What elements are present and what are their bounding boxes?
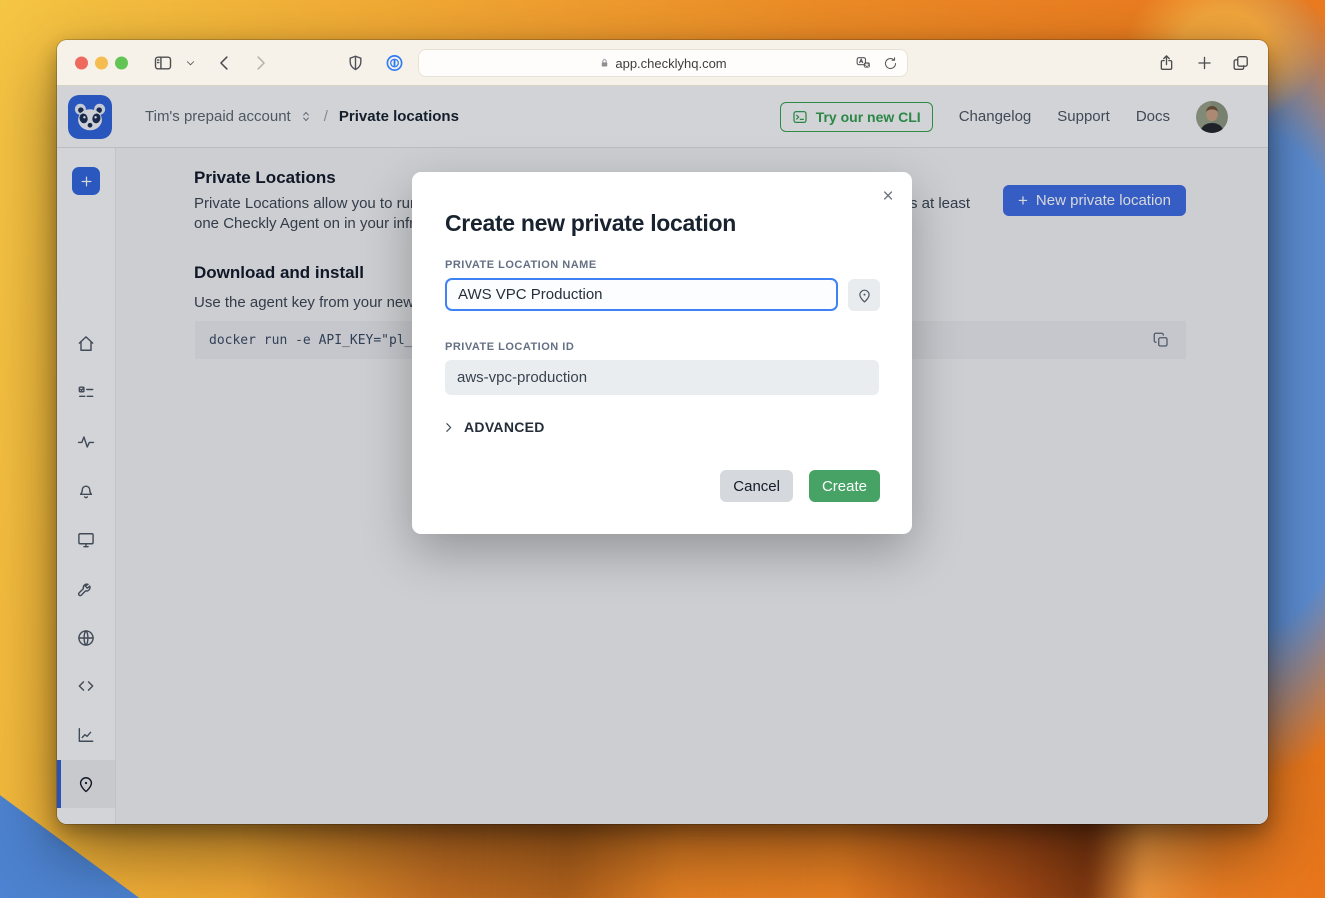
create-button[interactable]: Create <box>809 470 880 502</box>
private-location-name-input[interactable] <box>445 278 838 311</box>
create-private-location-modal: × Create new private location PRIVATE LO… <box>412 172 912 534</box>
advanced-toggle[interactable]: ADVANCED <box>442 419 545 435</box>
private-location-id-value: aws-vpc-production <box>445 360 879 395</box>
modal-title: Create new private location <box>445 210 736 237</box>
sidebar-toggle-icon[interactable] <box>153 53 173 73</box>
chevron-right-icon <box>442 421 455 434</box>
url-text: app.checklyhq.com <box>615 56 726 71</box>
browser-window: app.checklyhq.com <box>57 40 1268 824</box>
onepassword-extension-icon[interactable] <box>385 53 404 72</box>
reload-icon[interactable] <box>883 56 898 71</box>
location-pin-icon[interactable] <box>848 279 880 311</box>
name-field-label: PRIVATE LOCATION NAME <box>445 259 597 271</box>
id-field-label: PRIVATE LOCATION ID <box>445 341 574 353</box>
browser-toolbar: app.checklyhq.com <box>57 40 1268 86</box>
share-icon[interactable] <box>1157 53 1176 73</box>
back-icon[interactable] <box>215 53 234 72</box>
minimize-window-button[interactable] <box>95 56 108 69</box>
close-icon[interactable]: × <box>876 184 900 208</box>
translate-icon[interactable] <box>855 55 872 71</box>
tab-overview-icon[interactable] <box>1231 53 1250 72</box>
shield-extension-icon[interactable] <box>347 54 364 72</box>
sidebar-chevron-down-icon[interactable] <box>185 57 196 68</box>
advanced-label: ADVANCED <box>464 419 545 435</box>
lock-icon <box>599 57 610 69</box>
address-bar[interactable]: app.checklyhq.com <box>418 49 908 77</box>
cancel-button[interactable]: Cancel <box>720 470 793 502</box>
close-window-button[interactable] <box>75 56 88 69</box>
forward-icon[interactable] <box>251 53 270 72</box>
zoom-window-button[interactable] <box>115 56 128 69</box>
new-tab-icon[interactable] <box>1195 53 1214 72</box>
